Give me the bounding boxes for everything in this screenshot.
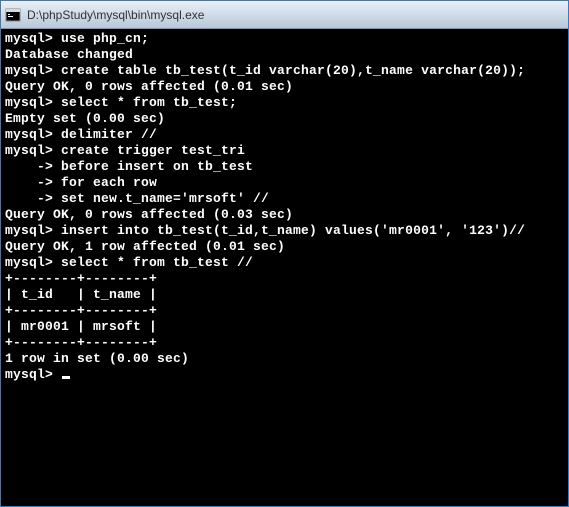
terminal-line: mysql> select * from tb_test //: [5, 255, 564, 271]
terminal-line: Query OK, 0 rows affected (0.03 sec): [5, 207, 564, 223]
window-titlebar[interactable]: D:\phpStudy\mysql\bin\mysql.exe: [1, 1, 568, 29]
terminal-line: Query OK, 0 rows affected (0.01 sec): [5, 79, 564, 95]
window-title: D:\phpStudy\mysql\bin\mysql.exe: [27, 8, 564, 22]
terminal-line: mysql> delimiter //: [5, 127, 564, 143]
terminal-line: mysql> create table tb_test(t_id varchar…: [5, 63, 564, 79]
terminal-line: mysql> select * from tb_test;: [5, 95, 564, 111]
app-icon: [5, 7, 21, 23]
terminal-line: +--------+--------+: [5, 303, 564, 319]
cursor: [62, 376, 70, 379]
terminal-line: mysql> insert into tb_test(t_id,t_name) …: [5, 223, 564, 239]
terminal-line: +--------+--------+: [5, 271, 564, 287]
terminal-line: Query OK, 1 row affected (0.01 sec): [5, 239, 564, 255]
terminal-line: mysql>: [5, 367, 564, 383]
terminal-line: mysql> use php_cn;: [5, 31, 564, 47]
terminal-line: 1 row in set (0.00 sec): [5, 351, 564, 367]
terminal-line: -> for each row: [5, 175, 564, 191]
terminal-line: +--------+--------+: [5, 335, 564, 351]
terminal-line: mysql> create trigger test_tri: [5, 143, 564, 159]
terminal-line: Database changed: [5, 47, 564, 63]
terminal-line: -> before insert on tb_test: [5, 159, 564, 175]
terminal-line: Empty set (0.00 sec): [5, 111, 564, 127]
terminal-line: | mr0001 | mrsoft |: [5, 319, 564, 335]
terminal-output[interactable]: mysql> use php_cn;Database changedmysql>…: [1, 29, 568, 506]
terminal-line: -> set new.t_name='mrsoft' //: [5, 191, 564, 207]
terminal-line: | t_id | t_name |: [5, 287, 564, 303]
